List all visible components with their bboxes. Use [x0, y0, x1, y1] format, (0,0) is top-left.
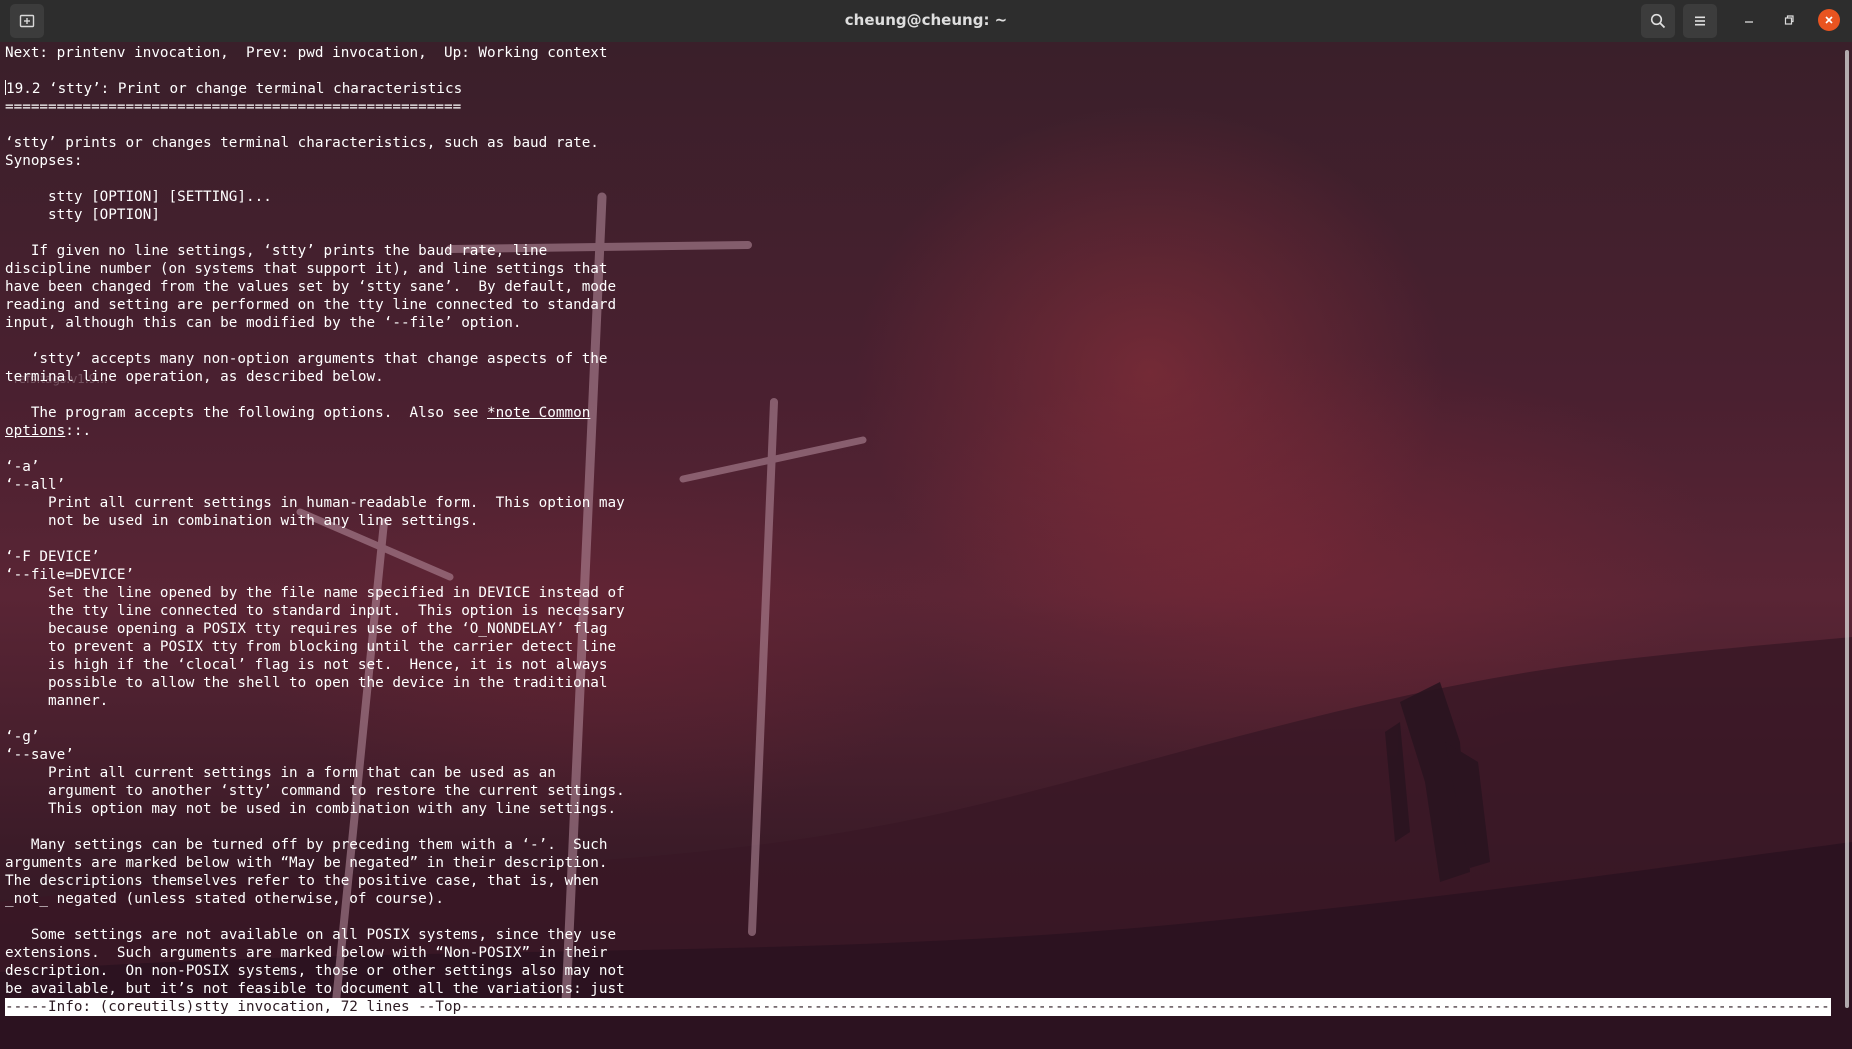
option-description: not be used in combination with any line… [5, 513, 479, 529]
search-icon [1650, 13, 1666, 29]
common-options-link-continued[interactable]: options [5, 423, 65, 439]
paragraph-line: If given no line settings, ‘stty’ prints… [5, 243, 548, 259]
paragraph-line: The descriptions themselves refer to the… [5, 873, 599, 889]
option-description: Print all current settings in human-read… [5, 495, 625, 511]
paragraph-line: Some settings are not available on all P… [5, 927, 617, 943]
maximize-button[interactable] [1778, 9, 1800, 31]
heading-underline: ========================================… [5, 99, 462, 115]
option-flag: ‘-F DEVICE’ [5, 549, 100, 565]
intro-line: ‘stty’ prints or changes terminal charac… [5, 135, 599, 151]
paragraph-line: reading and setting are performed on the… [5, 297, 617, 313]
synopsis-line: stty [OPTION] [5, 207, 160, 223]
option-description: Set the line opened by the file name spe… [5, 585, 625, 601]
paragraph-line: _not_ negated (unless stated otherwise, … [5, 891, 444, 907]
synopsis-line: stty [OPTION] [SETTING]... [5, 189, 272, 205]
option-flag: ‘-a’ [5, 459, 40, 475]
paragraph-line: arguments are marked below with “May be … [5, 855, 608, 871]
option-flag: ‘--file=DEVICE’ [5, 567, 135, 583]
close-icon [1823, 11, 1835, 30]
option-flag: ‘-g’ [5, 729, 40, 745]
paragraph-line: be available, but it’s not feasible to d… [5, 981, 625, 997]
options-intro-line: The program accepts the following option… [5, 404, 625, 422]
terminal-scrollbar[interactable] [1842, 42, 1852, 1012]
option-flag: ‘--save’ [5, 747, 74, 763]
paragraph-line: description. On non-POSIX systems, those… [5, 963, 625, 979]
close-button[interactable] [1818, 9, 1840, 31]
paragraph-line: extensions. Such arguments are marked be… [5, 945, 608, 961]
paragraph-line: have been changed from the values set by… [5, 279, 617, 295]
option-flag: ‘--all’ [5, 477, 66, 493]
common-options-link[interactable]: *note Common [487, 405, 590, 421]
info-heading-line: 19.2 ‘stty’: Print or change terminal ch… [5, 80, 625, 98]
option-description: to prevent a POSIX tty from blocking unt… [5, 639, 617, 655]
section-heading: 19.2 ‘stty’: Print or change terminal ch… [6, 81, 463, 97]
option-description: is high if the ‘clocal’ flag is not set.… [5, 657, 608, 673]
option-description: This option may not be used in combinati… [5, 801, 617, 817]
terminal-area[interactable]: refs.tags.v1.9... Next: printenv invocat… [0, 42, 1852, 1049]
search-button[interactable] [1641, 4, 1675, 38]
option-description: the tty line connected to standard input… [5, 603, 625, 619]
paragraph-line: input, although this can be modified by … [5, 315, 522, 331]
option-description: because opening a POSIX tty requires use… [5, 621, 608, 637]
info-mode-line: -----Info: (coreutils)stty invocation, 7… [5, 998, 1831, 1016]
terminal-window: cheung@cheung: ~ refs.tags.v1.9... Next:… [0, 0, 1852, 1049]
paragraph-line: Many settings can be turned off by prece… [5, 837, 608, 853]
window-title: cheung@cheung: ~ [844, 11, 1008, 29]
paragraph-line: terminal line operation, as described be… [5, 369, 384, 385]
option-description: argument to another ‘stty’ command to re… [5, 783, 625, 799]
paragraph-line: ‘stty’ accepts many non-option arguments… [5, 351, 608, 367]
intro-line: Synopses: [5, 153, 83, 169]
hamburger-menu-icon [1692, 13, 1708, 29]
minimize-icon [1743, 11, 1755, 30]
options-intro-suffix: ::. [65, 423, 92, 439]
info-pane: Next: printenv invocation, Prev: pwd inv… [5, 44, 625, 998]
minimize-button[interactable] [1738, 9, 1760, 31]
option-description: manner. [5, 693, 109, 709]
option-description: Print all current settings in a form tha… [5, 765, 556, 781]
options-intro-line: options::. [5, 422, 625, 440]
menu-button[interactable] [1683, 4, 1717, 38]
options-intro-text: The program accepts the following option… [5, 405, 488, 421]
paragraph-line: discipline number (on systems that suppo… [5, 261, 608, 277]
scrollbar-thumb[interactable] [1845, 50, 1849, 1008]
restore-icon [1783, 11, 1795, 30]
info-nav-line: Next: printenv invocation, Prev: pwd inv… [5, 45, 608, 61]
option-description: possible to allow the shell to open the … [5, 675, 608, 691]
titlebar: cheung@cheung: ~ [0, 0, 1852, 43]
